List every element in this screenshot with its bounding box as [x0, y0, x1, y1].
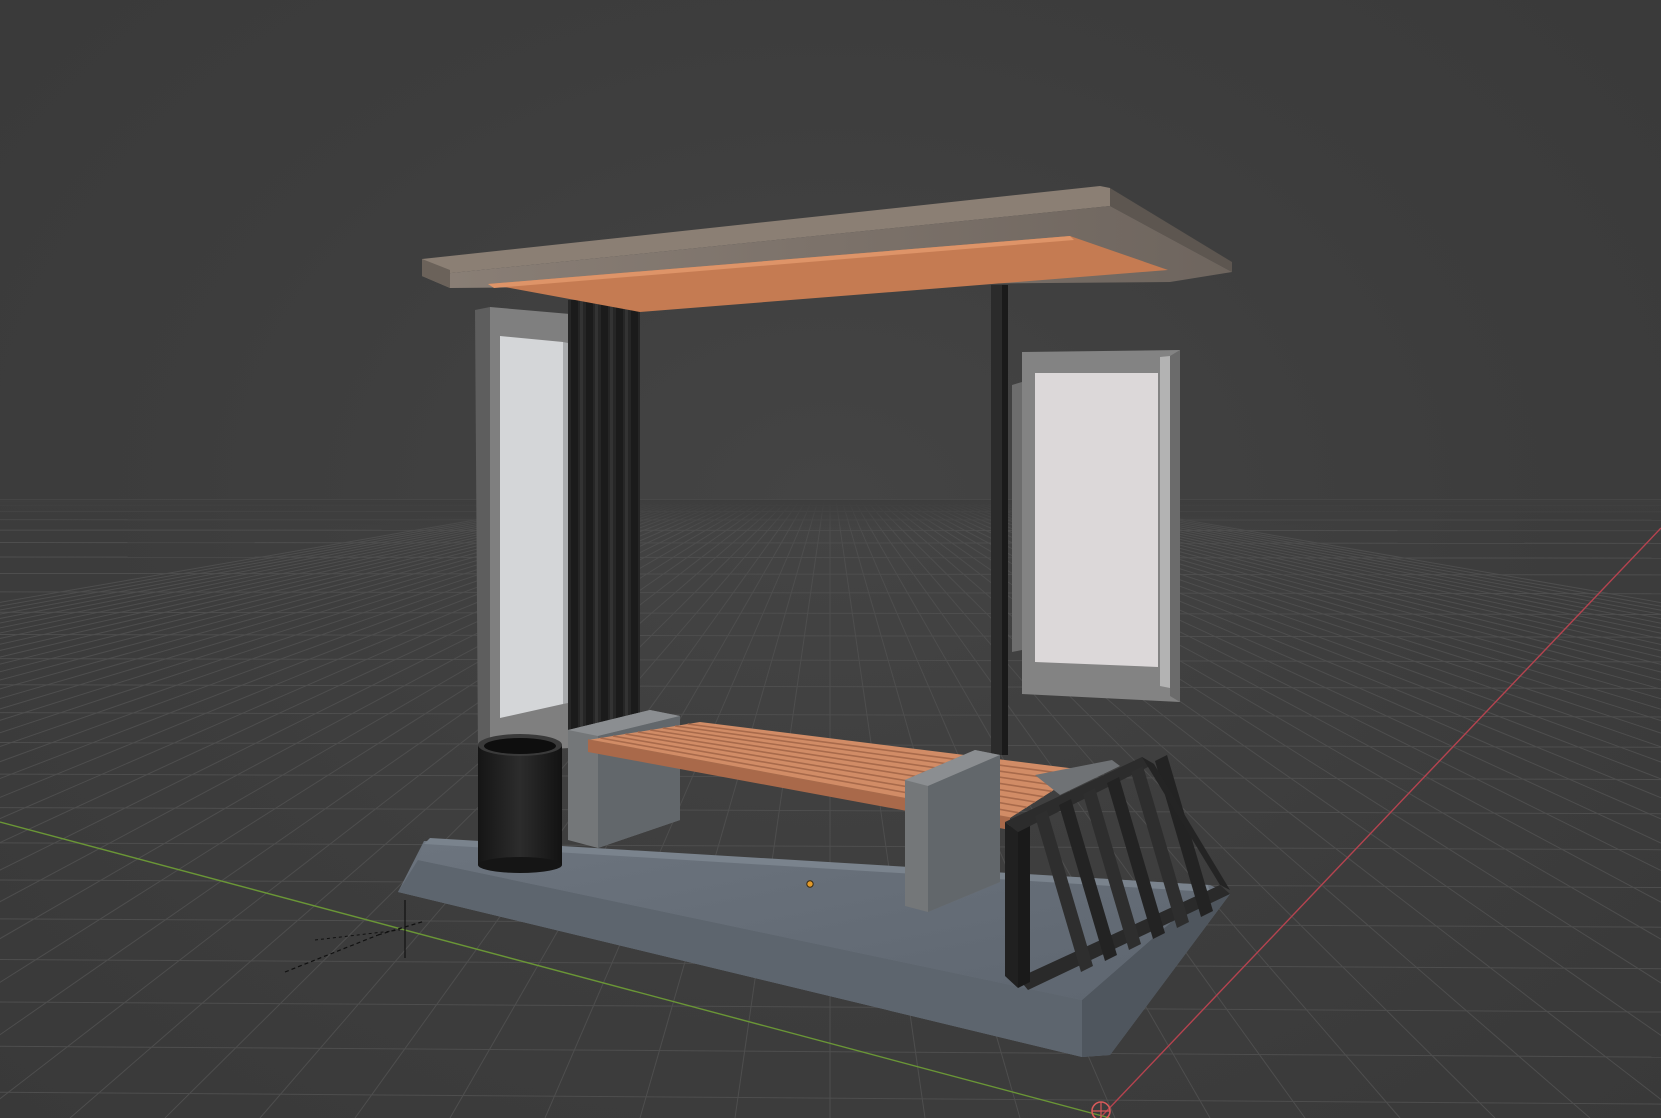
- viewport-scene[interactable]: [0, 0, 1661, 1118]
- bus-shelter-object[interactable]: [398, 186, 1232, 1057]
- left-panel-glass: [500, 336, 563, 718]
- right-ad-panel[interactable]: [1012, 350, 1180, 702]
- trash-bin[interactable]: [478, 734, 562, 873]
- right-panel-glass: [1035, 373, 1158, 667]
- left-ad-panel[interactable]: [475, 307, 570, 755]
- horizon-fade: [0, 500, 1661, 620]
- shelter-roof[interactable]: [422, 186, 1232, 312]
- object-origin-dot[interactable]: [806, 880, 814, 888]
- right-post[interactable]: [991, 285, 1008, 755]
- 3d-viewport[interactable]: [0, 0, 1661, 1118]
